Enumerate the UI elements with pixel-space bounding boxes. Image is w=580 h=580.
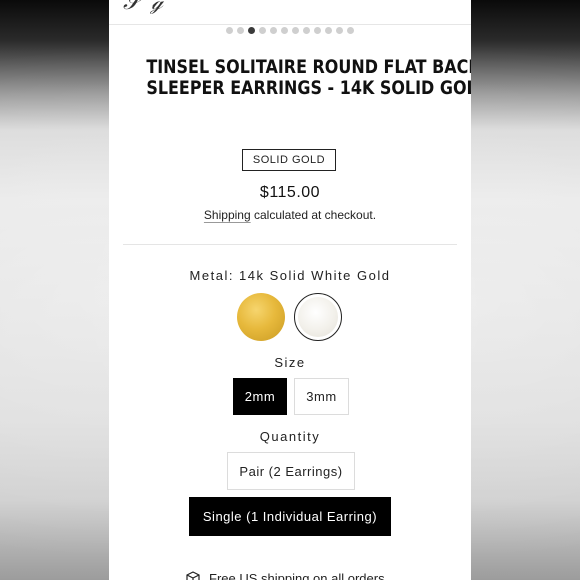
carousel-dot[interactable] (226, 27, 233, 34)
box-icon (186, 571, 200, 580)
carousel-dot[interactable] (292, 27, 299, 34)
brand-logo[interactable]: 𝒮 ℊ (123, 0, 165, 15)
carousel-dots (109, 27, 471, 34)
product-price: $115.00 (259, 184, 321, 201)
carousel-dot[interactable] (270, 27, 277, 34)
carousel-dot[interactable] (259, 27, 266, 34)
carousel-dot[interactable] (325, 27, 332, 34)
carousel-dot[interactable] (281, 27, 288, 34)
carousel-dot[interactable] (347, 27, 354, 34)
carousel-dot[interactable] (303, 27, 310, 34)
size-label: Size (274, 355, 306, 370)
shipping-note-text: calculated at checkout. (250, 208, 377, 222)
carousel-dot[interactable] (237, 27, 244, 34)
material-badge: SOLID GOLD (242, 149, 336, 171)
metal-label: Metal: 14k Solid White Gold (189, 268, 391, 283)
header-bar: 𝒮 ℊ (109, 0, 471, 25)
carousel-dot[interactable] (248, 27, 255, 34)
carousel-dot[interactable] (314, 27, 321, 34)
quantity-label: Quantity (259, 429, 321, 444)
product-title-line2: SLEEPER EARRINGS - 14K SOLID GOLD (146, 77, 471, 99)
swatch-yellow-gold[interactable] (237, 293, 285, 341)
product-page: 𝒮 ℊ TINSEL SOLITAIRE ROUND FLAT BACK SLE… (109, 0, 471, 580)
carousel-dot[interactable] (336, 27, 343, 34)
shipping-link[interactable]: Shipping (204, 208, 251, 222)
free-shipping-text: Free US shipping on all orders (209, 570, 385, 580)
size-option-3mm[interactable]: 3mm (294, 378, 349, 415)
shipping-note: Shipping calculated at checkout. (109, 208, 471, 222)
product-title-line1: TINSEL SOLITAIRE ROUND FLAT BACK (146, 56, 471, 78)
divider (123, 244, 457, 245)
quantity-option-pair[interactable]: Pair (2 Earrings) (227, 452, 355, 490)
size-option-2mm[interactable]: 2mm (233, 378, 287, 415)
product-title: TINSEL SOLITAIRE ROUND FLAT BACK SLEEPER… (146, 57, 471, 99)
swatch-white-gold[interactable] (294, 293, 342, 341)
free-shipping-note: Free US shipping on all orders (185, 570, 385, 580)
quantity-option-single[interactable]: Single (1 Individual Earring) (189, 497, 391, 536)
